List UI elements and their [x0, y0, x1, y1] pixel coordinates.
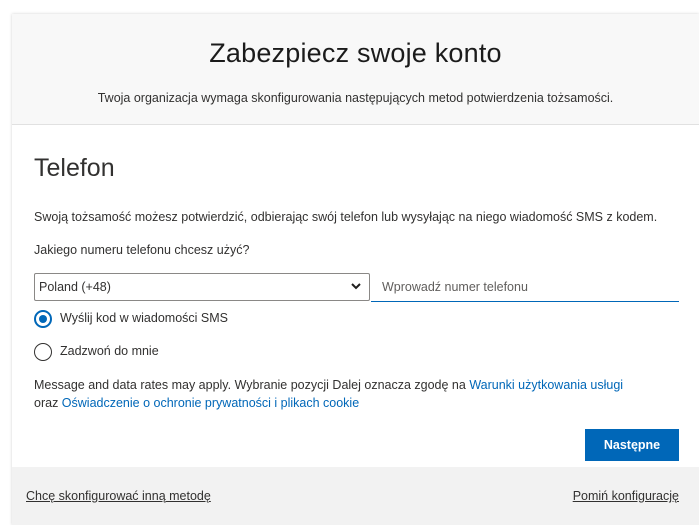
phone-number-input[interactable] [371, 272, 679, 302]
section-description: Swoją tożsamość możesz potwierdzić, odbi… [34, 210, 658, 224]
next-button[interactable]: Następne [585, 429, 679, 461]
page-title: Zabezpiecz swoje konto [209, 38, 502, 68]
country-code-value: Poland (+48) [39, 280, 111, 294]
section-title: Telefon [34, 154, 115, 182]
legal-text-middle: oraz [34, 396, 62, 410]
country-code-select[interactable]: Poland (+48) [34, 273, 370, 301]
other-method-link[interactable]: Chcę skonfigurować inną metodę [26, 489, 211, 503]
legal-text-before: Message and data rates may apply. Wybran… [34, 378, 470, 392]
setup-card: Zabezpiecz swoje konto Twoja organizacja… [12, 14, 699, 525]
chevron-down-icon [351, 283, 361, 290]
legal-notice: Message and data rates may apply. Wybran… [34, 376, 684, 412]
header: Zabezpiecz swoje konto Twoja organizacja… [12, 14, 699, 125]
phone-question-label: Jakiego numeru telefonu chcesz użyć? [34, 243, 250, 257]
skip-setup-link[interactable]: Pomiń konfigurację [573, 489, 679, 503]
terms-link[interactable]: Warunki użytkowania usługi [469, 378, 623, 392]
radio-sms-label[interactable]: Wyślij kod w wiadomości SMS [60, 311, 228, 325]
radio-call-button[interactable] [34, 343, 52, 361]
privacy-link[interactable]: Oświadczenie o ochronie prywatności i pl… [62, 396, 359, 410]
radio-call-label[interactable]: Zadzwoń do mnie [60, 344, 159, 358]
radio-sms-button[interactable] [34, 310, 52, 328]
footer: Chcę skonfigurować inną metodę Pomiń kon… [12, 467, 699, 525]
page-subtitle: Twoja organizacja wymaga skonfigurowania… [97, 91, 614, 105]
